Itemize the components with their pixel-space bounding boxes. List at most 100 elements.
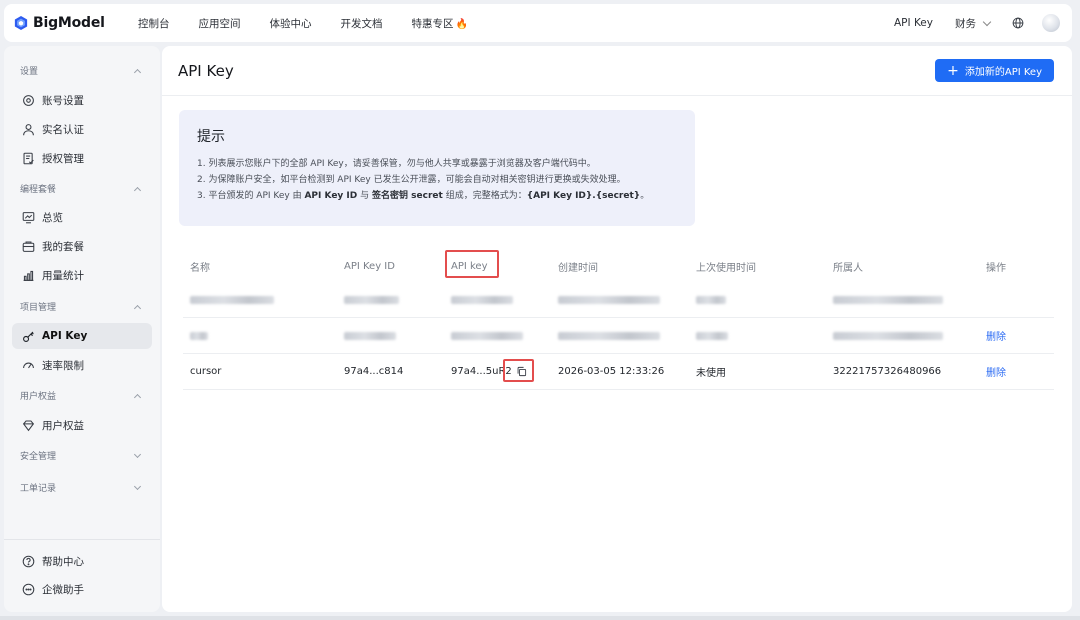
sidebar-item-realname[interactable]: 实名认证 xyxy=(12,116,152,142)
delete-link[interactable]: 删除 xyxy=(986,354,1006,389)
nav-special-offers-label: 特惠专区 xyxy=(411,17,454,30)
add-api-key-button[interactable]: + 添加新的API Key xyxy=(935,59,1054,82)
nav-experience-center[interactable]: 体验中心 xyxy=(270,16,312,31)
highlight-copy-icon xyxy=(503,359,534,382)
sidebar-item-assistant[interactable]: 企微助手 xyxy=(12,576,152,602)
redacted-cell xyxy=(190,282,274,317)
table-row: cursor 97a4...c814 97a4...5uR2 2026-03-0… xyxy=(183,354,1054,390)
plus-icon: + xyxy=(947,62,959,79)
tip-box: 提示 1. 列表展示您账户下的全部 API Key，请妥善保管，勿与他人共享或暴… xyxy=(179,110,695,226)
main-header: API Key + 添加新的API Key xyxy=(162,46,1072,96)
nav-app-space[interactable]: 应用空间 xyxy=(199,16,241,31)
header-created: 创建时间 xyxy=(558,262,598,274)
sidebar-item-label: 我的套餐 xyxy=(42,240,84,253)
globe-icon xyxy=(1012,17,1024,29)
main-panel: API Key + 添加新的API Key 提示 1. 列表展示您账户下的全部 … xyxy=(162,46,1072,612)
redacted-cell xyxy=(344,282,399,317)
delete-link[interactable]: 删除 xyxy=(986,318,1006,353)
sidebar-item-usage[interactable]: 用量统计 xyxy=(12,262,152,288)
redacted-cell xyxy=(451,282,513,317)
redacted-cell xyxy=(190,318,208,353)
add-api-key-label: 添加新的API Key xyxy=(964,67,1042,78)
nav-special-offers[interactable]: 特惠专区 🔥 xyxy=(412,16,468,31)
sidebar-group-coding-plan[interactable]: 编程套餐 xyxy=(20,182,146,195)
tip-line-3-secret: 签名密钥 secret xyxy=(372,191,443,201)
top-api-key-link[interactable]: API Key xyxy=(894,17,933,29)
redacted-cell xyxy=(558,318,660,353)
sidebar-item-label: 速率限制 xyxy=(42,359,84,372)
sidebar-group-label: 工单记录 xyxy=(20,484,57,494)
redacted-cell xyxy=(344,318,396,353)
redacted-cell xyxy=(833,318,943,353)
sidebar-item-label: 账号设置 xyxy=(42,94,84,107)
diamond-icon xyxy=(22,420,35,431)
key-icon xyxy=(23,331,34,342)
owner-id: 32221757326480966 xyxy=(833,366,942,377)
sidebar-group-label: 设置 xyxy=(20,67,39,77)
sidebar-group-label: 项目管理 xyxy=(20,303,57,313)
header-name: 名称 xyxy=(190,262,210,274)
sidebar-item-account[interactable]: 账号设置 xyxy=(12,87,152,113)
sidebar-group-tickets[interactable]: 工单记录 xyxy=(20,481,146,494)
avatar[interactable] xyxy=(1042,14,1060,32)
created-time: 2026-03-05 12:33:26 xyxy=(558,366,665,377)
table-row: 删除 xyxy=(183,318,1054,354)
top-right-actions: API Key 财务 xyxy=(872,4,1060,42)
monitor-chart-icon xyxy=(22,211,35,223)
sidebar-group-user-rights[interactable]: 用户权益 xyxy=(20,389,146,402)
table-header-row: 名称 API Key ID API key 创建时间 上次使用时间 所属人 操作 xyxy=(183,250,1054,282)
nav-console[interactable]: 控制台 xyxy=(138,16,170,31)
chevron-up-icon xyxy=(133,393,142,401)
brand[interactable]: BigModel xyxy=(14,15,134,31)
sidebar-group-project[interactable]: 项目管理 xyxy=(20,300,146,313)
chat-icon xyxy=(22,583,35,595)
main-nav: 控制台 应用空间 体验中心 开发文档 特惠专区 🔥 xyxy=(138,16,497,31)
redacted-cell xyxy=(451,318,523,353)
header-last-used: 上次使用时间 xyxy=(696,262,756,274)
chevron-up-icon xyxy=(133,304,142,312)
sidebar-item-auth[interactable]: 授权管理 xyxy=(12,145,152,171)
sidebar-item-label: 帮助中心 xyxy=(42,555,84,568)
tip-line-3-part: 。 xyxy=(640,191,650,201)
sidebar-item-label: API Key xyxy=(42,330,88,342)
sidebar-group-settings[interactable]: 设置 xyxy=(20,64,146,77)
finance-dropdown[interactable]: 财务 xyxy=(955,16,992,31)
tip-title: 提示 xyxy=(197,129,225,145)
bar-chart-icon xyxy=(23,270,34,281)
help-icon xyxy=(22,555,35,567)
language-button[interactable] xyxy=(1012,17,1024,29)
page-title: API Key xyxy=(178,62,234,80)
tip-line-3-part: 3. 平台颁发的 API Key 由 xyxy=(197,191,302,201)
finance-label: 财务 xyxy=(955,17,976,30)
settings-icon xyxy=(23,94,34,106)
sidebar-item-label: 用户权益 xyxy=(42,419,84,432)
sidebar-group-security[interactable]: 安全管理 xyxy=(20,449,146,462)
sidebar-item-rate-limit[interactable]: 速率限制 xyxy=(12,352,152,378)
top-navbar: BigModel 控制台 应用空间 体验中心 开发文档 特惠专区 🔥 API Ke… xyxy=(4,4,1072,42)
tip-line-3: 3. 平台颁发的 API Key 由 API Key ID 与 签名密钥 sec… xyxy=(197,188,677,204)
sidebar-item-api-key[interactable]: API Key xyxy=(12,323,152,349)
sidebar-item-help[interactable]: 帮助中心 xyxy=(12,548,152,574)
sidebar-divider xyxy=(4,539,160,540)
tip-line-1: 1. 列表展示您账户下的全部 API Key，请妥善保管，勿与他人共享或暴露于浏… xyxy=(197,159,596,169)
key-id: 97a4...c814 xyxy=(344,366,404,377)
chevron-down-icon xyxy=(133,482,142,490)
header-actions: 操作 xyxy=(986,262,1006,274)
sidebar-item-label: 授权管理 xyxy=(42,152,84,165)
chevron-down-icon xyxy=(133,450,142,458)
gauge-icon xyxy=(23,362,34,368)
sidebar-item-user-rights[interactable]: 用户权益 xyxy=(12,412,152,438)
chevron-down-icon xyxy=(982,17,992,26)
sidebar-item-label: 用量统计 xyxy=(42,269,84,282)
nav-dev-docs[interactable]: 开发文档 xyxy=(341,16,383,31)
sidebar-item-label: 企微助手 xyxy=(42,583,84,596)
sidebar-group-label: 用户权益 xyxy=(20,392,57,402)
highlight-api-key-header xyxy=(445,250,499,278)
sidebar-group-label: 编程套餐 xyxy=(20,185,57,195)
package-icon xyxy=(22,241,35,252)
chevron-up-icon xyxy=(133,186,142,194)
window-bottom-strip xyxy=(0,616,1080,620)
tip-line-3-part: 与 xyxy=(360,191,370,201)
sidebar-item-my-plan[interactable]: 我的套餐 xyxy=(12,233,152,259)
sidebar-item-overview[interactable]: 总览 xyxy=(12,204,152,230)
